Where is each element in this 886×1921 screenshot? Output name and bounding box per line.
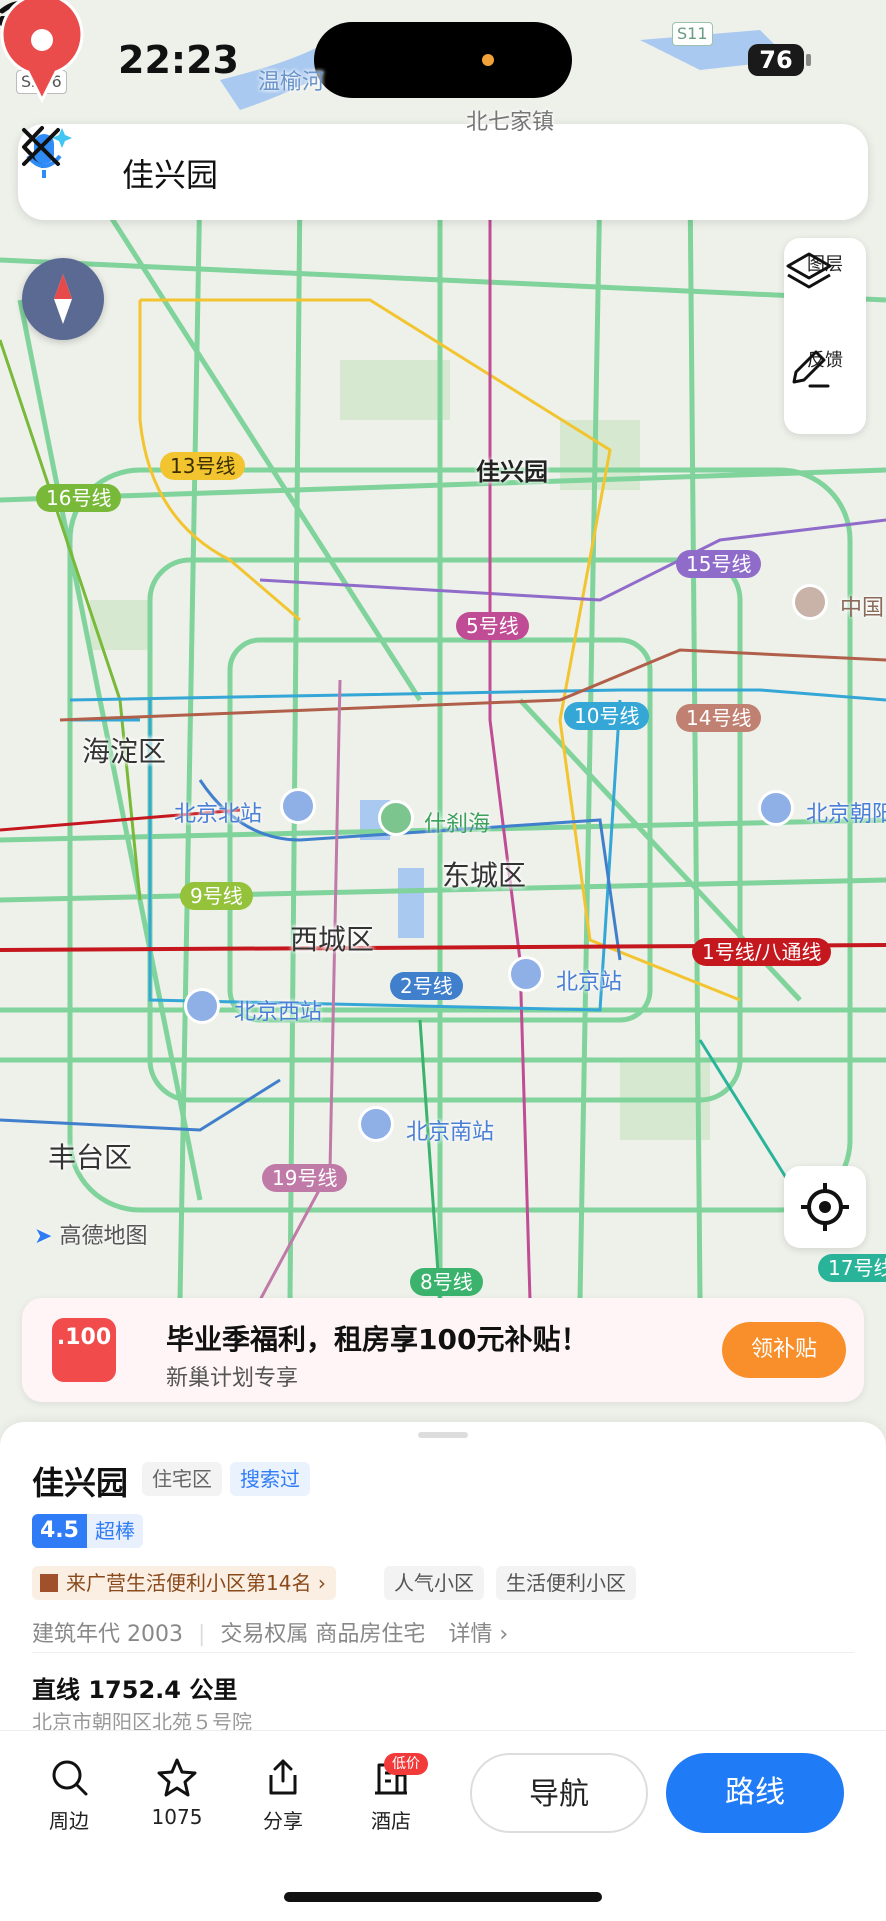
feedback-button[interactable]: 反馈 bbox=[784, 346, 866, 388]
road-label-s11: S11 bbox=[672, 22, 713, 46]
claim-subsidy-button[interactable]: 领补贴 bbox=[722, 1322, 846, 1378]
low-price-badge: 低价 bbox=[384, 1753, 428, 1775]
location-pin-icon[interactable] bbox=[0, 0, 84, 104]
star-icon bbox=[157, 1758, 197, 1797]
line-badge-15: 15号线 bbox=[676, 550, 762, 578]
divider bbox=[32, 1652, 854, 1653]
station-beijing-north-label: 北京北站 bbox=[174, 802, 263, 827]
status-bar: 22:23 76 bbox=[0, 0, 886, 120]
searched-tag: 搜索过 bbox=[230, 1462, 310, 1496]
hotel-label: 酒店 bbox=[371, 1809, 411, 1833]
promo-title: 毕业季福利，租房享100元补贴！ bbox=[166, 1323, 589, 1356]
station-beijing-west-label: 北京西站 bbox=[234, 1000, 323, 1025]
map-view[interactable]: 22:23 76 佳兴园 图层 反馈 S11 温榆河 北七家镇 佳兴园 13号线… bbox=[0, 0, 886, 1430]
rating-value: 4.5 bbox=[32, 1514, 87, 1548]
line-badge-13: 13号线 bbox=[160, 452, 246, 480]
battery-indicator: 76 bbox=[748, 44, 804, 76]
sheet-drag-handle[interactable] bbox=[418, 1432, 468, 1438]
line-badge-1: 1号线/八通线 bbox=[692, 938, 832, 966]
layers-button[interactable]: 图层 bbox=[784, 250, 866, 289]
poi-label: 中国 bbox=[840, 596, 885, 621]
district-fengtai: 丰台区 bbox=[48, 1141, 133, 1174]
station-beijing-chaoyang-label: 北京朝阳 bbox=[806, 802, 886, 827]
station-beijing-label: 北京站 bbox=[556, 970, 623, 995]
route-button[interactable]: 路线 bbox=[666, 1753, 844, 1833]
battery-tip bbox=[806, 54, 811, 66]
train-station-icon[interactable] bbox=[758, 790, 794, 826]
train-station-icon[interactable] bbox=[184, 988, 220, 1024]
home-indicator[interactable] bbox=[284, 1892, 602, 1902]
privacy-dot bbox=[482, 54, 494, 66]
map-tools-panel: 图层 反馈 bbox=[784, 238, 866, 434]
place-type-tag: 住宅区 bbox=[142, 1462, 222, 1496]
favorite-button[interactable]: 1075 bbox=[132, 1757, 222, 1829]
dynamic-island bbox=[314, 22, 572, 98]
amap-brand-label: 高德地图 bbox=[59, 1224, 148, 1249]
search-bar[interactable]: 佳兴园 bbox=[18, 124, 868, 220]
line-badge-8: 8号线 bbox=[410, 1268, 483, 1296]
rating-badge: 4.5 超棒 bbox=[32, 1514, 143, 1548]
crosshair-icon bbox=[801, 1183, 849, 1231]
place-title: 佳兴园 bbox=[32, 1464, 129, 1502]
line-badge-17: 17号线 bbox=[818, 1254, 886, 1282]
line-badge-10: 10号线 bbox=[564, 702, 650, 730]
rating-word: 超棒 bbox=[86, 1514, 143, 1548]
compass-icon[interactable] bbox=[22, 258, 104, 340]
close-icon[interactable] bbox=[18, 124, 64, 170]
line-badge-14: 14号线 bbox=[676, 704, 762, 732]
info-row: 建筑年代 2003 | 交易权属 商品房住宅 详情 › bbox=[32, 1616, 508, 1648]
line-badge-19: 19号线 bbox=[262, 1164, 348, 1192]
nearby-button[interactable]: 周边 bbox=[24, 1757, 114, 1834]
station-beijing-south-label: 北京南站 bbox=[406, 1120, 495, 1145]
favorite-count: 1075 bbox=[151, 1805, 203, 1829]
chevron-right-icon: › bbox=[499, 1622, 509, 1647]
search-icon bbox=[52, 1760, 88, 1796]
separator: | bbox=[197, 1622, 206, 1647]
train-station-icon[interactable] bbox=[280, 788, 316, 824]
locate-me-button[interactable] bbox=[784, 1166, 866, 1248]
promo-banner[interactable]: .100 毕业季福利，租房享100元补贴！ 新巢计划专享 领补贴 bbox=[22, 1298, 864, 1402]
share-button[interactable]: 分享 bbox=[238, 1757, 328, 1834]
search-input[interactable]: 佳兴园 bbox=[122, 150, 218, 196]
amap-logo: ➤ 高德地图 bbox=[34, 1218, 147, 1250]
train-station-icon[interactable] bbox=[508, 956, 544, 992]
line-badge-16: 16号线 bbox=[36, 484, 122, 512]
district-xicheng: 西城区 bbox=[290, 923, 375, 956]
share-label: 分享 bbox=[263, 1809, 303, 1833]
town-label: 北七家镇 bbox=[466, 110, 555, 135]
details-link[interactable]: 详情 bbox=[432, 1622, 492, 1647]
edit-pen-icon bbox=[792, 350, 830, 388]
popular-tag: 人气小区 bbox=[384, 1566, 484, 1600]
layers-icon bbox=[786, 252, 832, 289]
landmark-icon[interactable] bbox=[792, 584, 828, 620]
status-time: 22:23 bbox=[118, 38, 239, 82]
district-dongcheng: 东城区 bbox=[442, 859, 527, 892]
build-year: 建筑年代 2003 bbox=[32, 1622, 183, 1647]
line-badge-9: 9号线 bbox=[180, 882, 253, 910]
river-label: 温榆河 bbox=[258, 70, 325, 95]
pin-label: 佳兴园 bbox=[476, 458, 548, 486]
line-badge-2: 2号线 bbox=[390, 972, 463, 1000]
district-haidian: 海淀区 bbox=[82, 735, 167, 768]
train-station-icon[interactable] bbox=[358, 1106, 394, 1142]
navigate-button[interactable]: 导航 bbox=[470, 1753, 648, 1833]
nearby-label: 周边 bbox=[49, 1809, 89, 1833]
chevron-right-icon: › bbox=[317, 1571, 326, 1595]
rank-tag[interactable]: 来广营生活便利小区第14名 › bbox=[32, 1566, 336, 1600]
ranking-flag-icon bbox=[40, 1574, 58, 1592]
park-icon[interactable] bbox=[378, 800, 414, 836]
line-badge-5: 5号线 bbox=[456, 612, 529, 640]
share-icon bbox=[269, 1759, 297, 1795]
rank-label: 来广营生活便利小区第14名 bbox=[66, 1571, 312, 1595]
ownership: 交易权属 商品房住宅 bbox=[220, 1622, 426, 1647]
distance-text: 直线 1752.4 公里 bbox=[32, 1676, 238, 1704]
amap-logo-icon: ➤ bbox=[34, 1224, 53, 1249]
park-label: 什刹海 bbox=[424, 812, 491, 837]
convenient-tag: 生活便利小区 bbox=[496, 1566, 636, 1600]
promo-subtitle: 新巢计划专享 bbox=[166, 1366, 299, 1391]
red-packet-icon: .100 bbox=[52, 1318, 116, 1382]
